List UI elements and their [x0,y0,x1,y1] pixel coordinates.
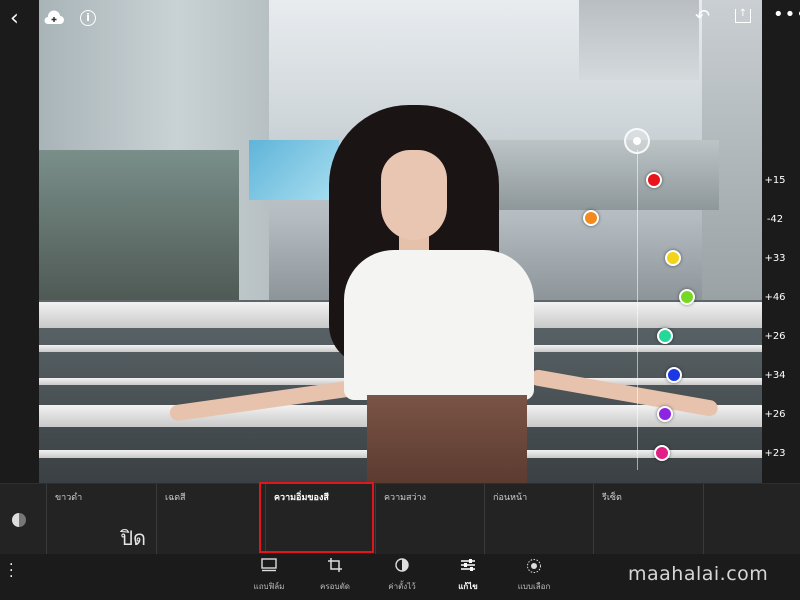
tab-label: ความสว่าง [384,493,427,503]
color-dot-magenta[interactable] [654,445,670,461]
toolbar-filmstrip[interactable]: แถบฟิล์ม [239,558,299,593]
tab-reset[interactable]: รีเซ็ต [593,484,703,554]
presets-icon [372,558,432,578]
color-dot-aqua[interactable] [657,328,673,344]
photo-tower [579,0,699,80]
photo-billboard [249,140,339,200]
share-icon[interactable]: ↑ [735,9,751,23]
filmstrip-icon [239,558,299,578]
selection-highlight-box [259,482,374,553]
toolbar-label: ครอบตัด [320,582,350,591]
color-mix-target-handle[interactable] [624,128,650,154]
tab-value: ปิด [120,526,146,550]
color-value-orange: -42 [766,214,784,225]
toolbar-presets[interactable]: ค่าตั้งไว้ [372,558,432,593]
back-icon[interactable]: ‹ [10,8,19,30]
toolbar-selective[interactable]: แบบเลือก [504,558,564,593]
left-gutter [0,0,39,483]
more-options-icon[interactable]: ••• [773,6,800,24]
toolbar-label: ค่าตั้งไว้ [388,582,416,591]
tab-luminance[interactable]: ความสว่าง [375,484,484,554]
tab-label: รีเซ็ต [602,493,622,503]
color-mix-track [637,150,638,470]
color-value-magenta: +23 [764,448,786,459]
color-value-purple: +26 [764,409,786,420]
tab-label: ก่อนหน้า [493,493,528,503]
crop-icon [305,558,365,578]
sliders-icon [438,558,498,578]
color-value-yellow: +33 [764,253,786,264]
color-value-red: +15 [764,175,786,186]
toolbar-crop[interactable]: ครอบตัด [305,558,365,593]
info-icon[interactable]: i [80,10,96,26]
color-dot-orange[interactable] [583,210,599,226]
tab-label: ขาวดำ [55,493,83,503]
toolbar-label: แบบเลือก [517,582,551,591]
selective-icon [504,558,564,578]
tab-previous[interactable]: ก่อนหน้า [484,484,593,554]
photo-subject-face [381,150,447,240]
color-mix-icon[interactable] [12,513,26,527]
tab-black-white[interactable]: ขาวดำ ปิด [46,484,156,554]
color-mix-panel: ขาวดำ ปิด เฉดสี ความอิ่มของสี ความสว่าง … [0,483,800,554]
color-dot-green[interactable] [679,289,695,305]
watermark-text: maahalai.com [628,563,769,585]
photo-building-storefront [39,150,239,300]
color-dot-blue[interactable] [666,367,682,383]
menu-dots-icon[interactable]: · · · [9,558,13,584]
tab-label: เฉดสี [165,493,186,503]
color-dot-purple[interactable] [657,406,673,422]
color-value-aqua: +26 [764,331,786,342]
undo-icon[interactable]: ↶ [695,8,710,26]
photo-subject-skirt [367,395,527,483]
color-value-green: +46 [764,292,786,303]
cloud-add-icon[interactable] [43,10,65,29]
color-value-blue: +34 [764,370,786,381]
tab-hue[interactable]: เฉดสี [156,484,265,554]
toolbar-label: แถบฟิล์ม [253,582,285,591]
color-dot-red[interactable] [646,172,662,188]
photo-subject-blouse [344,250,534,400]
photo-canvas[interactable] [39,0,762,483]
toolbar-label: แก้ไข [458,582,478,591]
toolbar-edit[interactable]: แก้ไข [438,558,498,593]
color-dot-yellow[interactable] [665,250,681,266]
panel-divider [703,484,800,554]
